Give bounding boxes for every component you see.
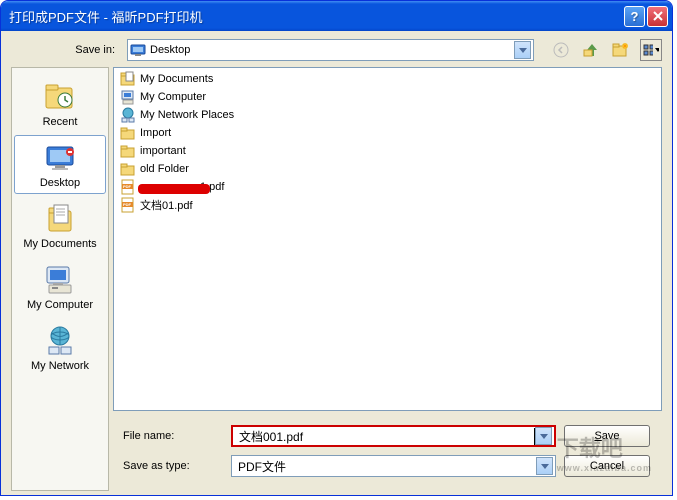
desktop-icon bbox=[43, 142, 77, 174]
saveastype-value: PDF文件 bbox=[238, 458, 536, 475]
folder-icon bbox=[120, 161, 136, 177]
place-label: My Documents bbox=[23, 238, 96, 250]
place-desktop[interactable]: Desktop bbox=[14, 135, 106, 194]
place-label: My Computer bbox=[27, 299, 93, 311]
file-list[interactable]: My Documents My Computer My Network Plac… bbox=[113, 67, 662, 411]
list-item[interactable]: old Folder bbox=[118, 160, 657, 178]
file-name: important bbox=[140, 145, 186, 157]
list-item[interactable]: PDF 文档01.pdf bbox=[118, 196, 657, 214]
list-item[interactable]: PDF 1.pdf bbox=[118, 178, 657, 196]
up-icon[interactable] bbox=[580, 39, 602, 61]
list-item[interactable]: My Network Places bbox=[118, 106, 657, 124]
place-label: Recent bbox=[43, 116, 78, 128]
folder-icon bbox=[120, 143, 136, 159]
titlebar[interactable]: 打印成PDF文件 - 福昕PDF打印机 ? bbox=[1, 1, 672, 31]
chevron-down-icon[interactable] bbox=[514, 41, 531, 59]
saveastype-label: Save as type: bbox=[123, 460, 223, 472]
cancel-button[interactable]: Cancel bbox=[564, 455, 650, 477]
computer-icon bbox=[43, 264, 77, 296]
desktop-icon bbox=[130, 42, 146, 58]
savein-combo[interactable]: Desktop bbox=[127, 39, 534, 61]
network-icon bbox=[120, 107, 136, 123]
filename-label: File name: bbox=[123, 430, 223, 442]
save-button[interactable]: Save bbox=[564, 425, 650, 447]
file-name: My Computer bbox=[140, 91, 206, 103]
chevron-down-icon[interactable] bbox=[536, 457, 553, 475]
folder-docs-icon bbox=[120, 71, 136, 87]
window-title: 打印成PDF文件 - 福昕PDF打印机 bbox=[9, 7, 622, 26]
filename-input[interactable]: 文档001.pdf bbox=[231, 425, 556, 447]
place-label: Desktop bbox=[40, 177, 80, 189]
file-name: old Folder bbox=[140, 163, 189, 175]
back-icon bbox=[550, 39, 572, 61]
computer-icon bbox=[120, 89, 136, 105]
list-item[interactable]: My Computer bbox=[118, 88, 657, 106]
savein-label: Save in: bbox=[11, 44, 121, 56]
svg-text:PDF: PDF bbox=[123, 184, 132, 189]
places-bar: Recent Desktop My Documents bbox=[11, 67, 109, 491]
savein-value: Desktop bbox=[150, 44, 510, 56]
recent-icon bbox=[43, 81, 77, 113]
help-button[interactable]: ? bbox=[624, 6, 645, 27]
saveastype-combo[interactable]: PDF文件 bbox=[231, 455, 556, 477]
file-name: 1.pdf bbox=[140, 181, 224, 193]
chevron-down-icon[interactable] bbox=[535, 427, 552, 445]
new-folder-icon[interactable] bbox=[610, 39, 632, 61]
place-mycomputer[interactable]: My Computer bbox=[14, 257, 106, 316]
list-item[interactable]: My Documents bbox=[118, 70, 657, 88]
network-icon bbox=[43, 325, 77, 357]
place-label: My Network bbox=[31, 360, 89, 372]
view-menu-icon[interactable] bbox=[640, 39, 662, 61]
pdf-icon: PDF bbox=[120, 197, 136, 213]
place-mydocuments[interactable]: My Documents bbox=[14, 196, 106, 255]
folder-icon bbox=[120, 125, 136, 141]
documents-icon bbox=[43, 203, 77, 235]
file-name: 文档01.pdf bbox=[140, 197, 193, 213]
close-button[interactable] bbox=[647, 6, 668, 27]
pdf-icon: PDF bbox=[120, 179, 136, 195]
place-recent[interactable]: Recent bbox=[14, 74, 106, 133]
list-item[interactable]: important bbox=[118, 142, 657, 160]
filename-value: 文档001.pdf bbox=[239, 428, 535, 445]
file-name: Import bbox=[140, 127, 171, 139]
list-item[interactable]: Import bbox=[118, 124, 657, 142]
place-mynetwork[interactable]: My Network bbox=[14, 318, 106, 377]
svg-text:PDF: PDF bbox=[123, 202, 132, 207]
file-name: My Network Places bbox=[140, 109, 234, 121]
file-name: My Documents bbox=[140, 73, 213, 85]
